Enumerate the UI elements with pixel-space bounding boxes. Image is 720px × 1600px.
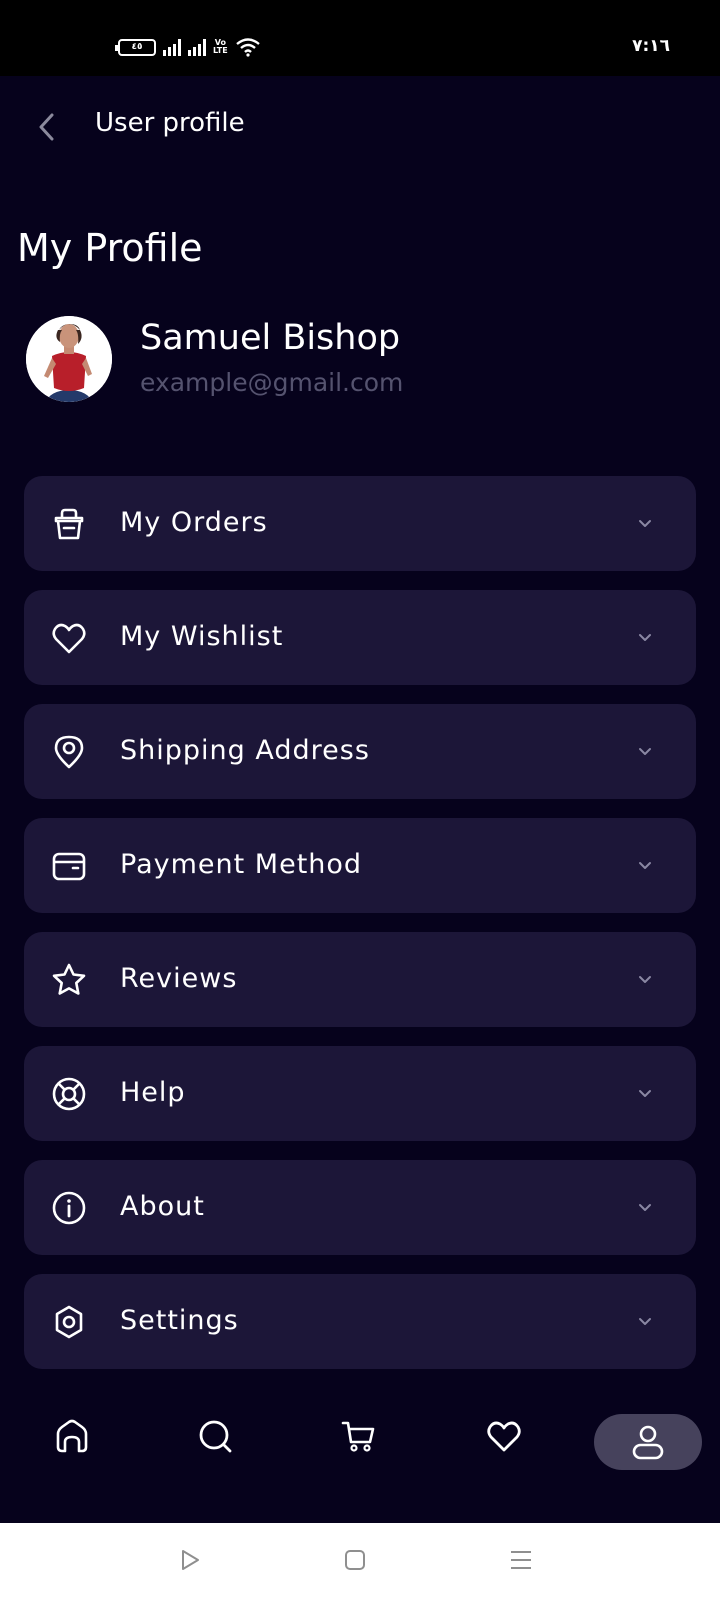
search-icon xyxy=(199,1420,232,1453)
lifebuoy-icon xyxy=(52,1077,86,1111)
avatar-image xyxy=(26,316,112,402)
user-email: example@gmail.com xyxy=(140,368,404,397)
map-pin-icon xyxy=(54,735,84,769)
chevron-down-icon xyxy=(639,862,651,869)
menu-item-label: Shipping Address xyxy=(120,735,370,766)
menu-item-label: Settings xyxy=(120,1305,239,1336)
menu-lines-icon xyxy=(511,1551,531,1569)
heart-icon xyxy=(52,623,86,654)
menu-item-label: My Orders xyxy=(120,507,268,538)
nav-cart-button[interactable] xyxy=(335,1412,383,1460)
wallet-icon xyxy=(52,852,86,881)
profile-menu: My Orders My Wishlist Shipping Address P… xyxy=(24,476,696,1388)
cart-icon xyxy=(341,1421,375,1452)
menu-item-settings[interactable]: Settings xyxy=(24,1274,696,1369)
chevron-left-icon xyxy=(39,113,54,141)
menu-item-label: Reviews xyxy=(120,963,238,994)
nav-wishlist-button[interactable] xyxy=(480,1412,528,1460)
battery-level: ٤٥ xyxy=(131,42,143,52)
chevron-down-icon xyxy=(639,1090,651,1097)
battery-icon: ٤٥ xyxy=(115,38,156,56)
system-recents-button[interactable] xyxy=(504,1543,538,1577)
status-bar: ٤٥ Vo LTE ٧:١٦ xyxy=(0,0,720,76)
heart-icon xyxy=(487,1421,521,1452)
nav-home-button[interactable] xyxy=(48,1412,96,1460)
wifi-icon xyxy=(235,38,260,57)
menu-item-label: Help xyxy=(120,1077,186,1108)
menu-item-shipping-address[interactable]: Shipping Address xyxy=(24,704,696,799)
chevron-down-icon xyxy=(639,748,651,755)
menu-item-label: My Wishlist xyxy=(120,621,284,652)
menu-item-help[interactable]: Help xyxy=(24,1046,696,1141)
menu-item-my-orders[interactable]: My Orders xyxy=(24,476,696,571)
shopping-bag-icon xyxy=(54,508,84,540)
menu-item-my-wishlist[interactable]: My Wishlist xyxy=(24,590,696,685)
user-icon xyxy=(632,1425,664,1460)
profile-card: Samuel Bishop example@gmail.com xyxy=(26,314,686,404)
page-title: My Profile xyxy=(17,226,203,270)
chevron-down-icon xyxy=(639,976,651,983)
chevron-down-icon xyxy=(639,520,651,527)
system-back-button[interactable] xyxy=(173,1543,207,1577)
info-icon xyxy=(52,1191,86,1225)
menu-item-label: Payment Method xyxy=(120,849,363,880)
app-header: User profile xyxy=(0,76,720,176)
back-triangle-icon xyxy=(182,1550,199,1570)
bottom-nav xyxy=(0,1392,720,1486)
status-icons: ٤٥ Vo LTE xyxy=(115,36,261,58)
avatar[interactable] xyxy=(26,316,112,402)
signal-1-icon xyxy=(163,38,181,56)
chevron-down-icon xyxy=(639,1204,651,1211)
system-home-button[interactable] xyxy=(338,1543,372,1577)
menu-item-label: About xyxy=(120,1191,205,1222)
volte-icon: Vo LTE xyxy=(213,38,228,55)
star-icon xyxy=(52,963,86,995)
menu-item-about[interactable]: About xyxy=(24,1160,696,1255)
settings-gear-icon xyxy=(55,1305,83,1339)
home-square-icon xyxy=(345,1550,365,1570)
home-icon xyxy=(56,1419,88,1453)
status-time: ٧:١٦ xyxy=(632,36,670,56)
chevron-down-icon xyxy=(639,1318,651,1325)
header-title: User profile xyxy=(95,108,245,138)
chevron-down-icon xyxy=(639,634,651,641)
user-name: Samuel Bishop xyxy=(140,318,401,358)
menu-item-payment-method[interactable]: Payment Method xyxy=(24,818,696,913)
back-button[interactable] xyxy=(26,106,68,148)
nav-profile-button[interactable] xyxy=(594,1414,702,1470)
menu-item-reviews[interactable]: Reviews xyxy=(24,932,696,1027)
signal-2-icon xyxy=(188,38,206,56)
system-nav-bar xyxy=(0,1523,720,1600)
nav-search-button[interactable] xyxy=(191,1412,239,1460)
